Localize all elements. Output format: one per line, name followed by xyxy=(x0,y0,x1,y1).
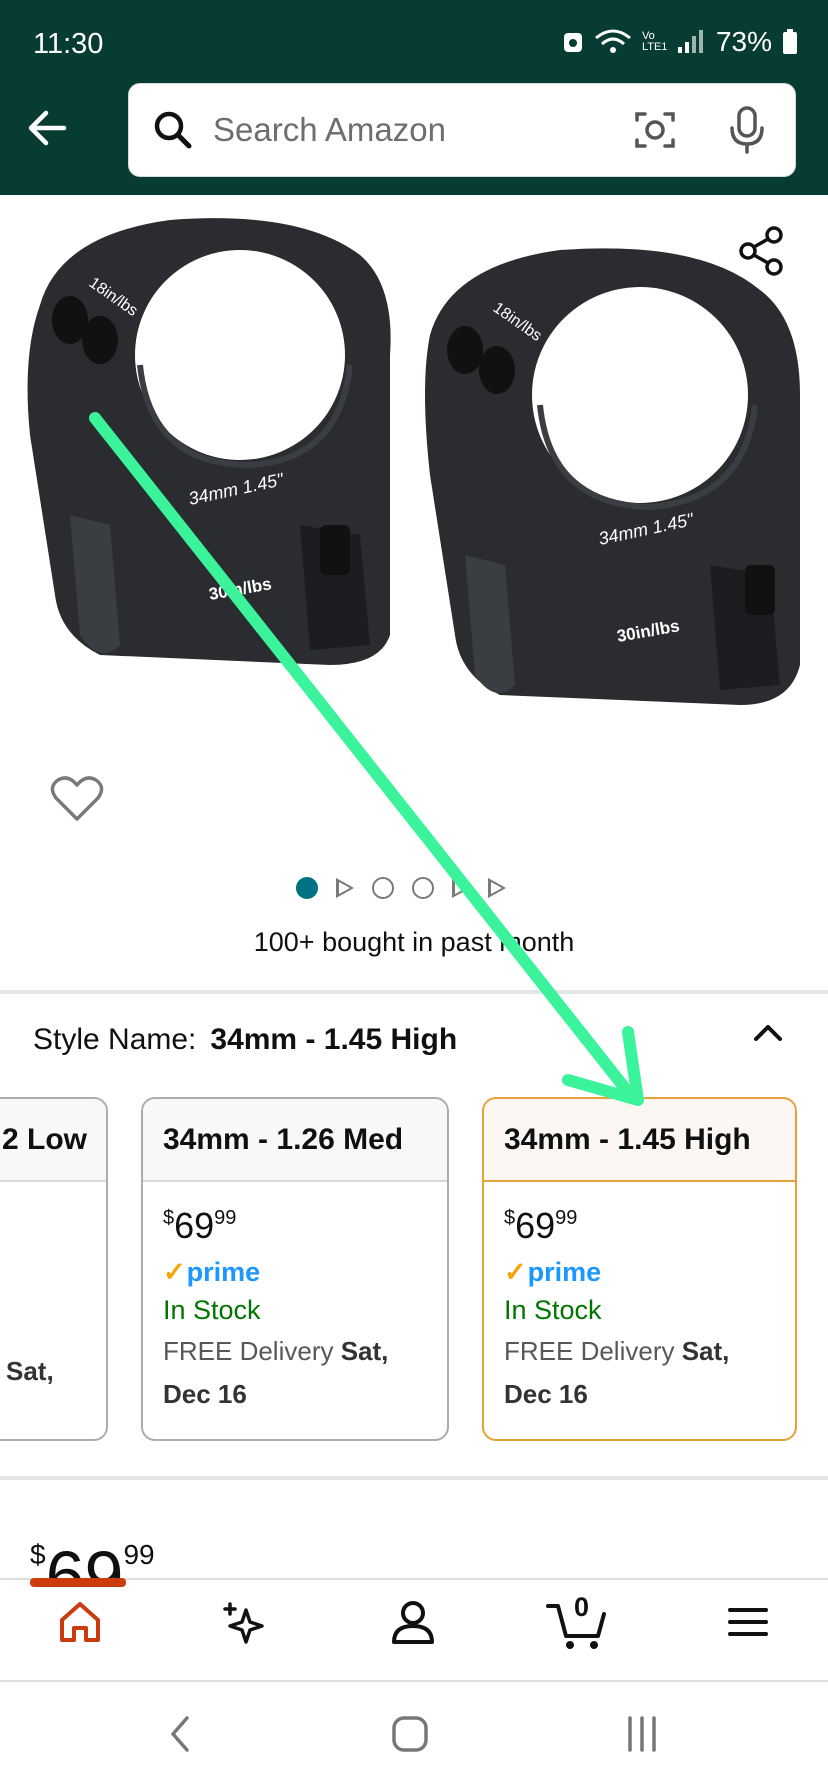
home-icon[interactable] xyxy=(56,1598,104,1646)
system-recents-icon[interactable] xyxy=(622,1712,662,1756)
card-title: 34mm - 1.45 High xyxy=(484,1099,795,1182)
style-name-row: Style Name: 34mm - 1.45 High xyxy=(33,1023,457,1057)
pagination-dot-active[interactable] xyxy=(296,877,318,899)
system-home-icon[interactable] xyxy=(390,1712,430,1756)
heart-icon[interactable] xyxy=(50,775,104,823)
screen: 11:30 Vo LTE1 73% Search Amazon 18in/lbs… xyxy=(0,0,828,1792)
style-option-card-med[interactable]: 34mm - 1.26 Med $6999 ✓prime In Stock FR… xyxy=(141,1097,449,1441)
style-label: Style Name: xyxy=(33,1023,197,1056)
card-title: 34mm - 1.26 Med xyxy=(143,1099,447,1182)
pagination-dot[interactable] xyxy=(372,877,394,899)
signal-icon xyxy=(677,30,703,53)
card-price: $6999 xyxy=(504,1205,578,1246)
style-option-card[interactable]: 2 Low Sat, xyxy=(0,1097,108,1441)
chevron-up-icon[interactable] xyxy=(748,1017,788,1049)
product-gallery[interactable]: 18in/lbs 34mm 1.45" 30in/lbs 18in/lbs 34… xyxy=(0,195,828,985)
search-bar[interactable]: Search Amazon xyxy=(128,83,796,177)
battery-icon xyxy=(783,29,797,54)
search-input[interactable]: Search Amazon xyxy=(213,111,446,149)
prime-check-icon: ✓ xyxy=(163,1257,186,1287)
card-delivery-day: Sat, xyxy=(6,1356,54,1386)
cart-button[interactable]: 0 xyxy=(546,1592,610,1652)
battery-percent: 73% xyxy=(715,26,772,57)
section-divider xyxy=(0,990,828,994)
status-icons: Vo LTE1 73% xyxy=(562,26,798,58)
menu-hamburger-icon[interactable] xyxy=(726,1598,770,1646)
bottom-nav: 0 xyxy=(0,1578,828,1680)
card-stock: In Stock xyxy=(504,1295,602,1325)
style-value: 34mm - 1.45 High xyxy=(210,1023,458,1056)
camera-lens-icon[interactable] xyxy=(631,106,679,154)
prime-badge: ✓prime xyxy=(504,1257,602,1287)
video-play-icon[interactable] xyxy=(488,878,506,898)
back-arrow-icon[interactable] xyxy=(20,100,76,156)
video-play-icon[interactable] xyxy=(336,878,354,898)
style-option-card-high-selected[interactable]: 34mm - 1.45 High $6999 ✓prime In Stock F… xyxy=(482,1097,797,1441)
scope-ring-left: 18in/lbs 34mm 1.45" 30in/lbs xyxy=(27,218,391,665)
card-delivery: FREE Delivery Sat, Dec 16 xyxy=(504,1336,730,1409)
card-stock: In Stock xyxy=(163,1295,261,1325)
search-icon xyxy=(154,111,192,149)
bought-past-month: 100+ bought in past month xyxy=(253,927,575,957)
video-play-icon[interactable] xyxy=(452,878,470,898)
network-label: Vo LTE1 xyxy=(641,30,668,53)
pagination-dot[interactable] xyxy=(412,877,434,899)
gallery-pagination[interactable] xyxy=(296,877,506,899)
card-title: 2 Low xyxy=(0,1099,106,1182)
prime-check-icon: ✓ xyxy=(504,1257,527,1287)
system-nav-bar xyxy=(0,1680,828,1786)
ai-sparkle-icon[interactable] xyxy=(220,1598,272,1650)
cart-count: 0 xyxy=(574,1592,590,1622)
wifi-icon xyxy=(595,29,631,53)
active-tab-indicator xyxy=(30,1578,126,1587)
status-time: 11:30 xyxy=(33,28,104,60)
microphone-icon[interactable] xyxy=(727,104,767,156)
recycle-icon xyxy=(563,33,582,52)
prime-badge: ✓prime xyxy=(163,1257,261,1287)
card-delivery: FREE Delivery Sat, Dec 16 xyxy=(163,1336,389,1409)
account-icon[interactable] xyxy=(388,1598,438,1648)
product-image-scope-rings[interactable]: 18in/lbs 34mm 1.45" 30in/lbs 18in/lbs 34… xyxy=(0,195,828,795)
system-back-icon[interactable] xyxy=(165,1712,195,1756)
app-header: 11:30 Vo LTE1 73% Search Amazon xyxy=(0,0,828,195)
card-price: $6999 xyxy=(163,1205,237,1246)
scope-ring-right: 18in/lbs 34mm 1.45" 30in/lbs xyxy=(425,248,800,706)
share-icon[interactable] xyxy=(736,225,786,277)
section-divider xyxy=(0,1476,828,1480)
